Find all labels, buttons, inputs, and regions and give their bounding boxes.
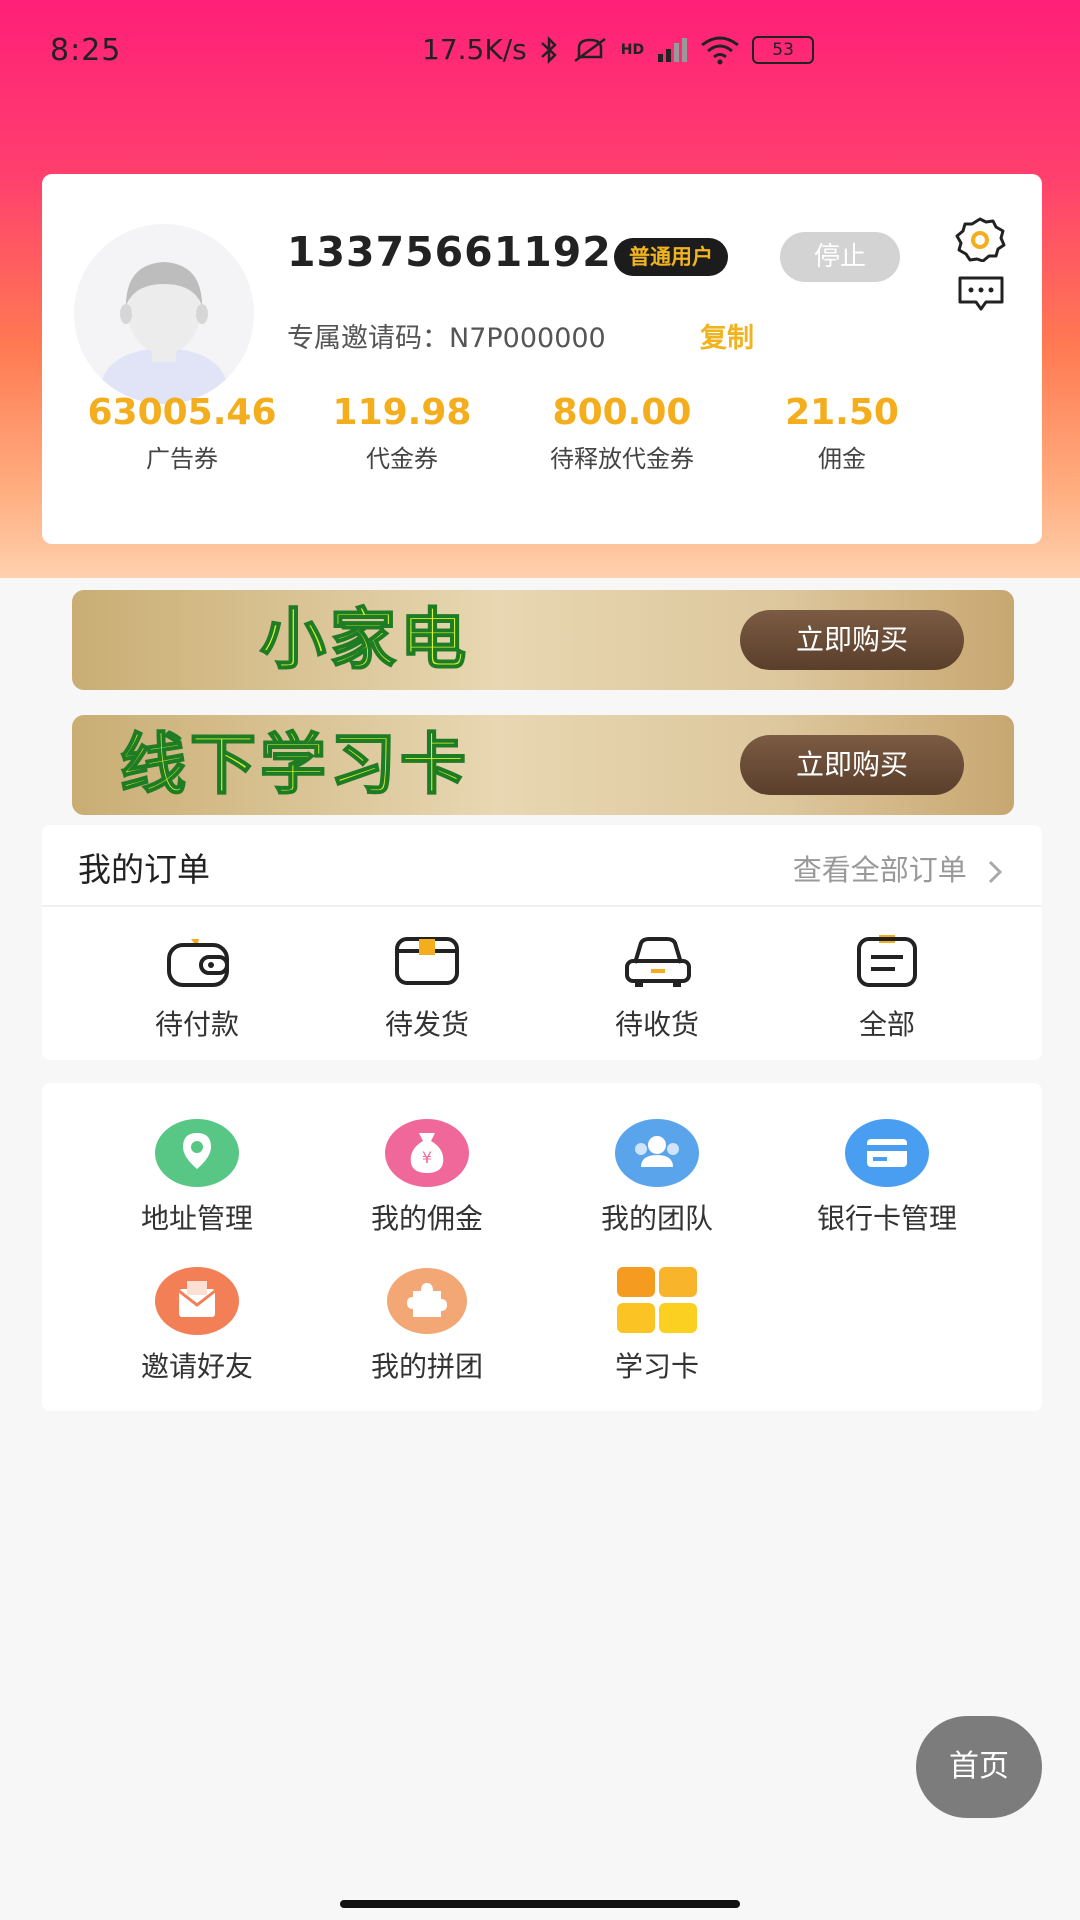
mute-icon (573, 37, 606, 62)
service-invite-friends[interactable]: 邀请好友 (82, 1267, 312, 1385)
service-bank-card-management[interactable]: 银行卡管理 (772, 1119, 1002, 1237)
chevron-right-icon (988, 860, 1003, 884)
status-icons: 17.5K/s HD 53 (422, 33, 815, 66)
location-icon (155, 1119, 239, 1187)
list-icon (857, 935, 917, 987)
signal-icon (658, 37, 688, 62)
battery-icon: 53 (752, 35, 815, 64)
gesture-bar[interactable] (340, 1900, 740, 1908)
team-icon (615, 1119, 699, 1187)
banner-small-appliances[interactable]: 小家电 立即购买 (72, 590, 1014, 690)
truck-icon (625, 937, 691, 987)
my-orders-card: 我的订单 查看全部订单 待付款 待发货 待收货 全部 (42, 825, 1042, 1060)
stat-pending-voucher[interactable]: 800.00 待释放代金券 (512, 392, 732, 474)
stat-value: 119.98 (332, 392, 472, 433)
order-pending-shipment[interactable]: 待发货 (327, 933, 527, 1043)
grid-icon (617, 1267, 697, 1333)
divider (42, 905, 1042, 907)
stat-value: 800.00 (552, 392, 692, 433)
view-all-orders-label: 查看全部订单 (792, 853, 967, 887)
profile-card: 13375661192 普通用户 停止 专属邀请码：N7P000000 复制 6… (42, 174, 1042, 544)
service-label: 地址管理 (140, 1202, 253, 1235)
message-icon[interactable] (956, 274, 1006, 314)
box-icon (395, 937, 459, 985)
status-bar: 8:25 17.5K/s HD 53 (0, 0, 1080, 100)
service-label: 银行卡管理 (816, 1202, 957, 1235)
order-all[interactable]: 全部 (787, 933, 987, 1043)
service-label: 我的佣金 (370, 1202, 483, 1235)
view-all-orders-link[interactable]: 查看全部订单 (793, 847, 1006, 889)
stat-value: 21.50 (785, 392, 899, 433)
network-speed: 17.5K/s (422, 33, 527, 66)
invite-code-row: 专属邀请码：N7P000000 (287, 316, 606, 355)
service-study-card[interactable]: 学习卡 (542, 1267, 772, 1385)
service-my-group-buy[interactable]: 我的拼团 (312, 1267, 542, 1385)
user-level-badge: 普通用户 (614, 238, 728, 276)
service-address-management[interactable]: 地址管理 (82, 1119, 312, 1237)
wifi-icon (701, 36, 739, 64)
banner-title: 小家电 (259, 600, 470, 679)
stat-label: 佣金 (818, 445, 866, 473)
invite-code-value: N7P000000 (449, 323, 606, 354)
stat-label: 代金券 (366, 445, 438, 473)
order-label: 待收货 (614, 1008, 699, 1041)
user-phone: 13375661192 (287, 228, 612, 276)
order-pending-payment[interactable]: 待付款 (97, 933, 297, 1043)
service-my-team[interactable]: 我的团队 (542, 1119, 772, 1237)
service-label: 邀请好友 (140, 1350, 253, 1383)
service-label: 我的拼团 (370, 1350, 483, 1383)
network-type: HD (620, 41, 645, 58)
stop-button[interactable]: 停止 (780, 232, 900, 282)
buy-now-button[interactable]: 立即购买 (740, 610, 964, 670)
invite-icon (155, 1267, 239, 1335)
orders-title: 我的订单 (78, 850, 210, 889)
bank-card-icon (845, 1119, 929, 1187)
stat-label: 广告券 (146, 445, 218, 473)
banner-study-card[interactable]: 线下学习卡 立即购买 (72, 715, 1014, 815)
money-bag-icon: ¥ (385, 1119, 469, 1187)
order-label: 全部 (858, 1008, 915, 1041)
svg-text:¥: ¥ (422, 1148, 432, 1167)
buy-now-button[interactable]: 立即购买 (740, 735, 964, 795)
stat-commission[interactable]: 21.50 佣金 (732, 392, 952, 474)
wallet-icon (167, 939, 229, 987)
invite-code-label: 专属邀请码： (287, 323, 449, 354)
copy-invite-code-button[interactable]: 复制 (700, 316, 754, 355)
puzzle-icon (387, 1268, 467, 1334)
wallet-stats: 63005.46 广告券 119.98 代金券 800.00 待释放代金券 21… (72, 392, 1012, 474)
avatar[interactable] (74, 224, 254, 404)
service-label: 学习卡 (614, 1350, 699, 1383)
stat-label: 待释放代金券 (550, 445, 694, 473)
service-my-commission[interactable]: ¥ 我的佣金 (312, 1119, 542, 1237)
battery-level: 53 (772, 39, 794, 60)
home-button[interactable]: 首页 (916, 1716, 1042, 1818)
stat-value: 63005.46 (87, 392, 277, 433)
order-label: 待发货 (384, 1008, 469, 1041)
service-label: 我的团队 (600, 1202, 713, 1235)
order-pending-receipt[interactable]: 待收货 (557, 933, 757, 1043)
services-card: 地址管理 ¥ 我的佣金 我的团队 银行卡管理 邀请好友 我的拼团 学习卡 (42, 1083, 1042, 1411)
status-time: 8:25 (50, 33, 122, 68)
bluetooth-icon (540, 35, 557, 64)
stat-ad-voucher[interactable]: 63005.46 广告券 (72, 392, 292, 474)
order-label: 待付款 (154, 1008, 239, 1041)
avatar-placeholder-icon (102, 262, 226, 404)
settings-gear-icon[interactable] (952, 216, 1008, 262)
stat-voucher[interactable]: 119.98 代金券 (292, 392, 512, 474)
banner-title: 线下学习卡 (119, 725, 470, 804)
